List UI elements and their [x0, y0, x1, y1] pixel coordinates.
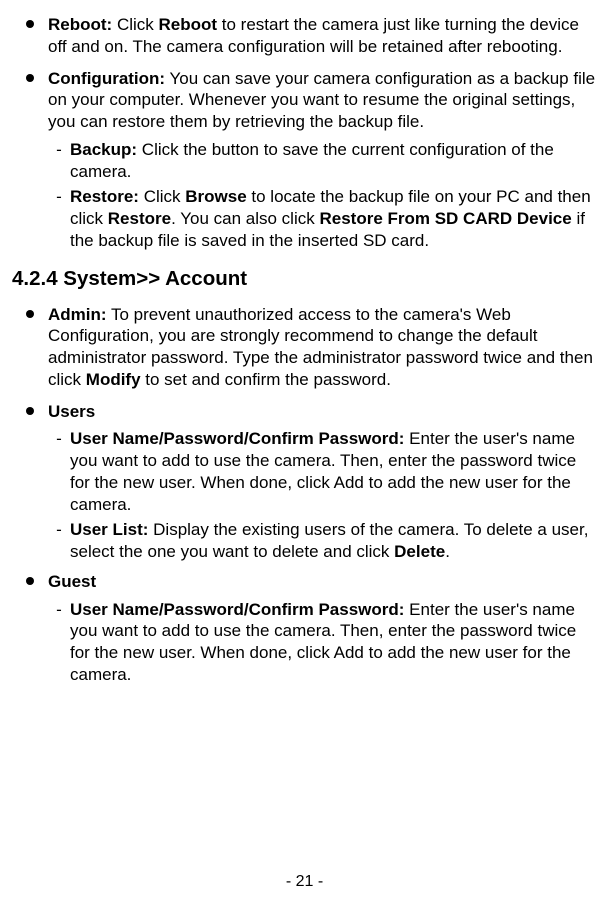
list-item-body: Users - User Name/Password/Confirm Passw… [48, 401, 597, 567]
sub-list: - Backup: Click the button to save the c… [48, 139, 597, 252]
list-item: Users - User Name/Password/Confirm Passw… [12, 401, 597, 567]
sub-title: User Name/Password/Confirm Password: [70, 600, 404, 619]
text: . [445, 542, 450, 561]
list-item: Configuration: You can save your camera … [12, 68, 597, 256]
item-title: Guest [48, 572, 96, 591]
bold-word: Modify [86, 370, 141, 389]
sub-list: - User Name/Password/Confirm Password: E… [48, 599, 597, 686]
sub-list: - User Name/Password/Confirm Password: E… [48, 428, 597, 563]
list-item-body: Reboot: Click Reboot to restart the came… [48, 14, 597, 58]
sub-title: User Name/Password/Confirm Password: [70, 429, 404, 448]
bullet-icon [12, 571, 48, 690]
sub-item: - User Name/Password/Confirm Password: E… [48, 428, 597, 515]
item-title: Reboot: [48, 15, 112, 34]
item-title: Admin: [48, 305, 107, 324]
bullet-icon [12, 14, 48, 58]
sub-item: - User Name/Password/Confirm Password: E… [48, 599, 597, 686]
bullet-icon [12, 68, 48, 256]
sub-title: User List: [70, 520, 148, 539]
dash-icon: - [48, 428, 70, 515]
dash-icon: - [48, 186, 70, 251]
text: Click [139, 187, 185, 206]
sub-item: - Restore: Click Browse to locate the ba… [48, 186, 597, 251]
bold-word: Delete [394, 542, 445, 561]
list-item: Reboot: Click Reboot to restart the came… [12, 14, 597, 58]
list-item: Admin: To prevent unauthorized access to… [12, 304, 597, 391]
bold-word: Browse [185, 187, 246, 206]
text: to set and confirm the password. [141, 370, 391, 389]
sub-body: Restore: Click Browse to locate the back… [70, 186, 597, 251]
text: Click the button to save the current con… [70, 140, 554, 181]
page-number: - 21 - [0, 873, 609, 891]
list-item-body: Guest - User Name/Password/Confirm Passw… [48, 571, 597, 690]
text: Display the existing users of the camera… [70, 520, 588, 561]
bullet-icon [12, 401, 48, 567]
sub-title: Restore: [70, 187, 139, 206]
list-item-body: Configuration: You can save your camera … [48, 68, 597, 256]
list-item-body: Admin: To prevent unauthorized access to… [48, 304, 597, 391]
bold-word: Restore [108, 209, 171, 228]
sub-body: Backup: Click the button to save the cur… [70, 139, 597, 183]
text: Click [112, 15, 158, 34]
document-body: Reboot: Click Reboot to restart the came… [12, 14, 597, 690]
sub-title: Backup: [70, 140, 137, 159]
dash-icon: - [48, 599, 70, 686]
section-heading: 4.2.4 System>> Account [12, 266, 597, 292]
bullet-icon [12, 304, 48, 391]
sub-body: User Name/Password/Confirm Password: Ent… [70, 428, 597, 515]
bold-word: Reboot [159, 15, 218, 34]
item-title: Configuration: [48, 69, 165, 88]
list-item: Guest - User Name/Password/Confirm Passw… [12, 571, 597, 690]
sub-item: - User List: Display the existing users … [48, 519, 597, 563]
sub-body: User List: Display the existing users of… [70, 519, 597, 563]
bold-word: Restore From SD CARD Device [319, 209, 571, 228]
dash-icon: - [48, 519, 70, 563]
dash-icon: - [48, 139, 70, 183]
sub-body: User Name/Password/Confirm Password: Ent… [70, 599, 597, 686]
item-title: Users [48, 402, 95, 421]
text: . You can also click [171, 209, 319, 228]
sub-item: - Backup: Click the button to save the c… [48, 139, 597, 183]
